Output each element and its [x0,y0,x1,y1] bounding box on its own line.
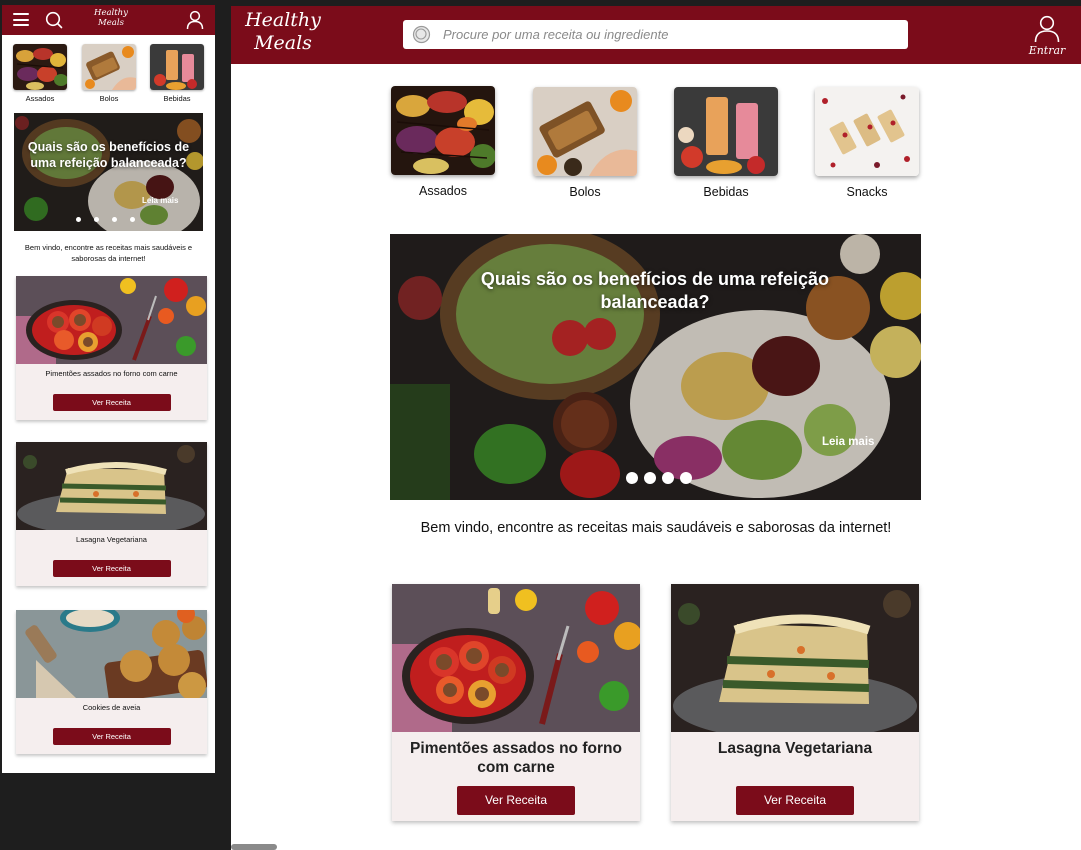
brand-logo-line2: Meals [254,32,312,54]
hamburger-icon[interactable] [13,13,29,26]
recipe-title: Pimentões assados no forno com carne [45,369,178,378]
desktop-hero-banner[interactable]: Quais são os benefícios de uma refeição … [390,234,921,500]
category-image-bolos [82,44,136,90]
recipe-card: Lasagna Vegetariana Ver Receita [671,584,919,821]
search-icon [412,25,431,43]
category-bolos[interactable]: Bolos [81,44,137,103]
recipe-image-pimentoes[interactable] [16,276,207,364]
category-label: Assados [419,184,467,198]
search-input[interactable] [443,27,883,42]
category-assados[interactable]: Assados [12,44,68,103]
brand-logo-line1: Healthy [245,9,321,31]
recipe-card: Pimentões assados no forno com carne Ver… [392,584,640,821]
carousel-dot-4[interactable] [680,472,692,484]
category-image-assados [13,44,67,90]
brand-logo[interactable]: Healthy Meals [86,8,136,28]
category-label: Bebidas [163,94,191,103]
recipe-card: Pimentões assados no forno com carne Ver… [16,276,207,420]
read-more-link[interactable]: Leia mais [142,196,178,205]
category-image-bolos [533,87,637,176]
hero-banner-image [14,113,203,231]
user-icon[interactable] [186,10,204,30]
carousel-dots [626,472,696,485]
user-icon [1034,15,1060,43]
mobile-frame: Healthy Meals Assados Bolos Bebidas Quai… [2,5,215,773]
category-assados[interactable]: Assados [391,86,495,198]
recipe-image-lasagna[interactable] [671,584,919,732]
read-more-link[interactable]: Leia mais [822,436,874,448]
welcome-text: Bem vindo, encontre as receitas mais sau… [24,243,193,263]
mobile-hero-banner[interactable]: Quais são os benefícios de uma refeição … [14,113,203,231]
recipe-image-cookies[interactable] [16,610,207,698]
mobile-category-row: Assados Bolos Bebidas [2,44,215,106]
desktop-category-row: Assados Bolos Bebidas Snacks [231,86,1081,201]
view-recipe-button[interactable]: Ver Receita [736,786,854,815]
brand-logo[interactable]: Healthy Meals [245,9,321,55]
welcome-text: Bem vindo, encontre as receitas mais sau… [420,520,892,536]
carousel-dot-2[interactable] [644,472,656,484]
carousel-dot-3[interactable] [112,217,117,222]
view-recipe-button[interactable]: Ver Receita [457,786,575,815]
carousel-dot-3[interactable] [662,472,674,484]
search-icon[interactable] [45,11,63,29]
recipe-card: Lasagna Vegetariana Ver Receita [16,442,207,586]
horizontal-scrollbar[interactable] [231,844,277,850]
recipe-image-pimentoes[interactable] [392,584,640,732]
login-label: Entrar [1028,44,1066,57]
carousel-dot-1[interactable] [76,217,81,222]
carousel-dot-2[interactable] [94,217,99,222]
category-bolos[interactable]: Bolos [533,87,637,199]
category-label: Bolos [99,94,119,103]
category-image-snacks [815,87,919,176]
carousel-dot-4[interactable] [130,217,135,222]
category-label: Bolos [569,185,601,199]
recipe-title: Pimentões assados no forno com carne [410,740,622,776]
brand-logo-line2: Meals [98,17,124,28]
login-button[interactable]: Entrar [1027,15,1067,57]
category-bebidas[interactable]: Bebidas [149,44,205,103]
category-label: Assados [25,94,55,103]
carousel-dot-1[interactable] [626,472,638,484]
mobile-header: Healthy Meals [2,5,215,35]
recipe-title: Lasagna Vegetariana [76,535,147,544]
carousel-dots [76,217,146,223]
category-image-bebidas [674,87,778,176]
recipe-title: Cookies de aveia [82,703,141,712]
category-image-bebidas [150,44,204,90]
recipe-image-lasagna[interactable] [16,442,207,530]
category-label: Bebidas [703,185,749,199]
view-recipe-button[interactable]: Ver Receita [52,728,171,745]
desktop-header: Healthy Meals Entrar [231,6,1081,64]
desktop-frame: Healthy Meals Entrar [231,6,1081,850]
view-recipe-button[interactable]: Ver Receita [52,560,171,577]
category-snacks[interactable]: Snacks [815,87,919,199]
view-recipe-button[interactable]: Ver Receita [52,394,171,411]
recipe-card: Cookies de aveia Ver Receita [16,610,207,754]
search-bar[interactable] [403,20,908,49]
recipe-title: Lasagna Vegetariana [717,740,873,757]
category-bebidas[interactable]: Bebidas [674,87,778,199]
banner-title: Quais são os benefícios de uma refeição … [480,269,830,312]
category-label: Snacks [846,185,888,199]
category-image-assados [391,86,495,175]
banner-title: Quais são os benefícios de uma refeição … [27,140,190,170]
